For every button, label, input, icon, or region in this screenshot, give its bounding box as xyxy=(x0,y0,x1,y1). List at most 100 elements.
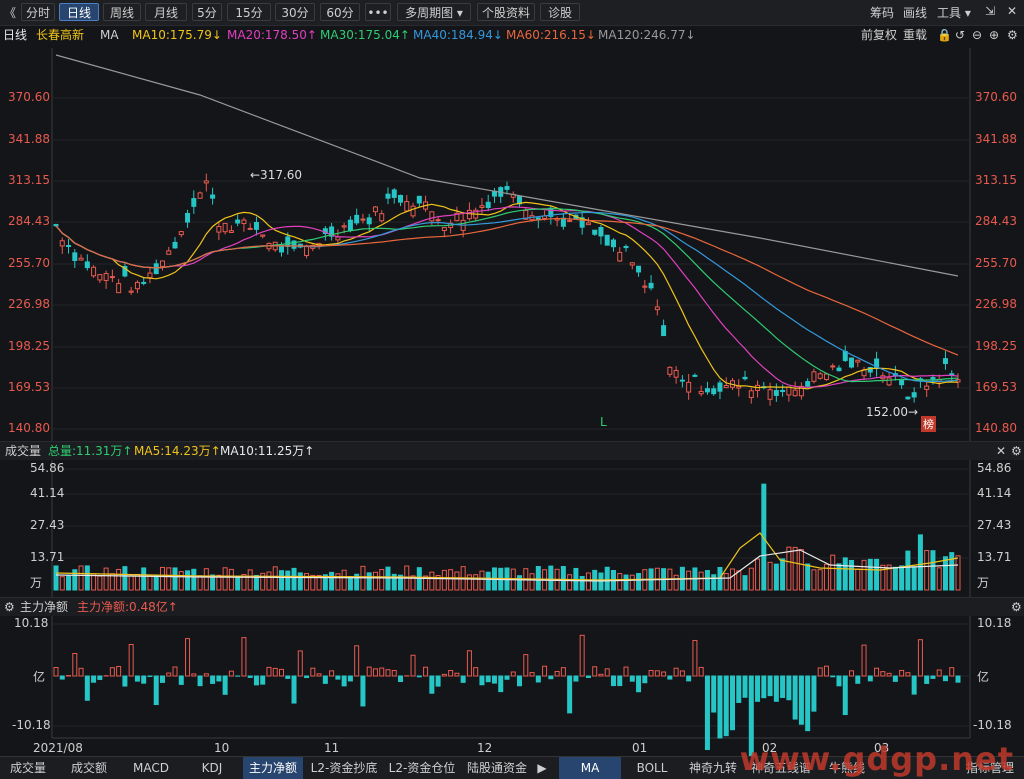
capital-bar xyxy=(386,670,390,676)
candle-body xyxy=(480,206,484,208)
capital-bar xyxy=(373,669,377,676)
candle-body xyxy=(73,253,77,261)
capital-bar xyxy=(348,676,352,681)
capital-bar xyxy=(568,676,572,713)
capital-bar xyxy=(756,676,760,701)
candle-body xyxy=(67,246,71,247)
candle-body xyxy=(630,263,634,265)
candle-body xyxy=(254,223,258,230)
capital-bar xyxy=(881,672,885,676)
capital-bar xyxy=(411,655,415,676)
capital-bar xyxy=(893,676,897,681)
rank-tag[interactable]: 榜 xyxy=(921,416,936,432)
capital-bar xyxy=(254,676,258,685)
capital-bar xyxy=(186,639,190,676)
volume-bar xyxy=(862,560,866,590)
volume-bar xyxy=(687,571,691,590)
candle-body xyxy=(217,227,221,233)
volume-close-icon[interactable]: ✕ xyxy=(996,442,1006,460)
tab-magic-nine[interactable]: 神奇九转 xyxy=(683,757,743,779)
volume-bar xyxy=(875,559,879,590)
watermark: www.gdgp.net xyxy=(740,740,1014,778)
volume-bar xyxy=(605,567,609,590)
volume-bar xyxy=(812,570,816,590)
capital-bar xyxy=(818,668,822,676)
volume-bar xyxy=(179,572,183,590)
volume-bar xyxy=(160,567,164,590)
capital-bar xyxy=(637,676,641,692)
capital-bar xyxy=(674,668,678,676)
volume-bar xyxy=(455,572,459,590)
capital-bar xyxy=(192,674,196,676)
volume-bar xyxy=(906,551,910,590)
kline-chart[interactable] xyxy=(0,0,1024,778)
capital-bar xyxy=(793,676,797,719)
capital-axis-right-label: 10.18 xyxy=(977,616,1011,630)
capital-settings-icon[interactable]: ⚙ xyxy=(4,598,15,616)
tab-kdj[interactable]: KDJ xyxy=(184,757,240,779)
capital-bar xyxy=(593,667,597,676)
volume-bar xyxy=(624,575,628,590)
capital-bar xyxy=(486,676,490,682)
volume-bar xyxy=(223,568,227,590)
ma120-line xyxy=(56,55,958,276)
candle-body xyxy=(599,228,603,236)
capital-bar xyxy=(806,676,810,731)
tab-l2-bottom[interactable]: L2-资金抄底 xyxy=(307,757,381,779)
capital-value: 主力净额:0.48亿↑ xyxy=(77,598,178,616)
candle-body xyxy=(568,220,572,221)
capital-bar xyxy=(837,676,841,686)
volume-axis-left-label: 万 xyxy=(30,574,42,591)
candle-body xyxy=(749,391,753,398)
candle-body xyxy=(85,262,89,268)
candle-body xyxy=(79,258,83,260)
volume-bar xyxy=(705,571,709,590)
tab-boll[interactable]: BOLL xyxy=(625,757,679,779)
capital-bar xyxy=(850,671,854,676)
candle-body xyxy=(92,267,96,276)
capital-bar xyxy=(824,666,828,676)
tab-macd[interactable]: MACD xyxy=(122,757,180,779)
capital-bar xyxy=(142,676,146,683)
capital-bar xyxy=(643,676,647,683)
tab-ma[interactable]: MA xyxy=(559,757,621,779)
volume-bar xyxy=(54,566,58,590)
tab-l2-position[interactable]: L2-资金仓位 xyxy=(385,757,459,779)
volume-bar xyxy=(348,577,352,590)
volume-bar xyxy=(248,570,252,590)
candle-body xyxy=(561,218,565,226)
volume-bar xyxy=(737,571,741,590)
tab-main-capital[interactable]: 主力净额 xyxy=(243,757,303,779)
volume-settings-icon[interactable]: ⚙ xyxy=(1011,442,1022,460)
volume-bar xyxy=(367,573,371,590)
capital-bar xyxy=(887,673,891,676)
capital-bar xyxy=(655,671,659,676)
capital-bar xyxy=(943,676,947,681)
capital-bar xyxy=(442,674,446,676)
date-axis-label: 11 xyxy=(324,741,339,755)
tab-hk-connect[interactable]: 陆股通资金 xyxy=(463,757,531,779)
tab-amount[interactable]: 成交额 xyxy=(59,757,119,779)
capital-title[interactable]: 主力净额 xyxy=(20,598,68,616)
candle-body xyxy=(705,389,709,392)
capital-settings-right-icon[interactable]: ⚙ xyxy=(1011,598,1022,616)
capital-bar xyxy=(73,653,77,676)
candle-body xyxy=(586,223,590,225)
capital-header: ⚙ 主力净额 主力净额:0.48亿↑ ⚙ xyxy=(0,597,1024,616)
tab-arrow[interactable]: ▶ xyxy=(532,757,552,779)
capital-bar xyxy=(123,676,127,686)
capital-bar xyxy=(843,676,847,715)
low-annotation: 152.00→ xyxy=(866,405,918,419)
candle-body xyxy=(211,195,215,198)
candle-body xyxy=(887,378,891,385)
capital-bar xyxy=(229,671,233,676)
volume-title[interactable]: 成交量 xyxy=(5,442,41,460)
capital-bar xyxy=(60,676,64,679)
candle-body xyxy=(724,386,728,388)
volume-axis-right-label: 27.43 xyxy=(977,518,1011,532)
tab-volume[interactable]: 成交量 xyxy=(0,757,56,779)
volume-bar xyxy=(117,569,121,590)
capital-bar xyxy=(762,676,766,698)
candle-body xyxy=(173,242,177,248)
volume-bar xyxy=(167,568,171,590)
